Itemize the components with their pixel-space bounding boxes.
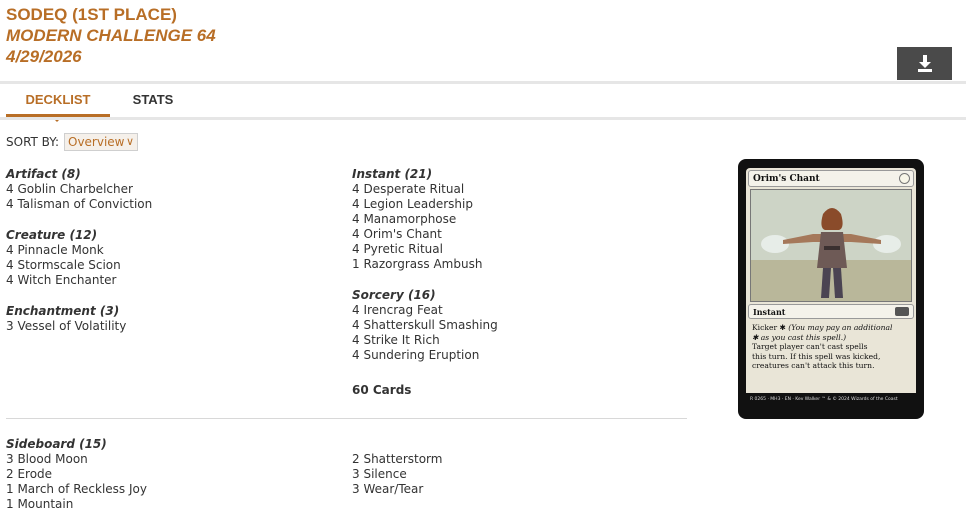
deck-column-left: Artifact (8) 4 Goblin Charbelcher 4 Tali… xyxy=(6,166,326,349)
card-entry[interactable]: 4 Goblin Charbelcher xyxy=(6,182,326,197)
chevron-down-icon: ∨ xyxy=(125,135,134,148)
player-title: SODEQ (1ST PLACE) xyxy=(6,5,177,24)
sideboard-header: Sideboard (15) xyxy=(6,437,107,451)
event-title: MODERN CHALLENGE 64 xyxy=(6,26,216,45)
card-type: Instant xyxy=(753,307,786,317)
sideboard-column-left: 3 Blood Moon 2 Erode 1 March of Reckless… xyxy=(6,452,147,512)
section-instant: Instant (21) 4 Desperate Ritual 4 Legion… xyxy=(352,166,672,272)
card-face: Orim's Chant Instant Kicker ✱ (You may p… xyxy=(746,168,916,406)
card-entry[interactable]: 4 Legion Leadership xyxy=(352,197,672,212)
card-rules-text: Kicker ✱ (You may pay an additional ✱ as… xyxy=(752,323,912,393)
section-header: Creature (12) xyxy=(6,228,98,242)
card-entry[interactable]: 4 Sundering Eruption xyxy=(352,348,672,363)
card-entry[interactable]: 4 Strike It Rich xyxy=(352,333,672,348)
card-entry[interactable]: 2 Shatterstorm xyxy=(352,452,442,467)
card-type-bar: Instant xyxy=(748,304,914,319)
section-header: Sorcery (16) xyxy=(352,288,436,302)
deck-title-block: SODEQ (1ST PLACE) MODERN CHALLENGE 64 4/… xyxy=(6,4,216,67)
white-mana-icon xyxy=(899,173,910,184)
rules-line-2: this turn. If this spell was kicked, xyxy=(752,351,881,361)
card-entry[interactable]: 4 Shatterskull Smashing xyxy=(352,318,672,333)
download-button[interactable] xyxy=(897,47,952,80)
sort-label: SORT BY: xyxy=(6,135,60,149)
sort-selected-value: Overview xyxy=(68,135,125,149)
card-entry[interactable]: 1 Razorgrass Ambush xyxy=(352,257,672,272)
section-sorcery: Sorcery (16) 4 Irencrag Feat 4 Shattersk… xyxy=(352,287,672,363)
card-name: Orim's Chant xyxy=(753,174,820,184)
section-enchantment: Enchantment (3) 3 Vessel of Volatility xyxy=(6,303,326,334)
card-entry[interactable]: 4 Irencrag Feat xyxy=(352,303,672,318)
section-header: Enchantment (3) xyxy=(6,304,120,318)
card-entry[interactable]: 4 Orim's Chant xyxy=(352,227,672,242)
section-header: Artifact (8) xyxy=(6,167,81,181)
card-footer-text: R 0265 · MH3 · EN · Kev Walker ™ & © 202… xyxy=(750,397,898,402)
set-symbol-icon xyxy=(895,307,909,316)
card-name-bar: Orim's Chant xyxy=(748,170,914,187)
sideboard-column-right: 2 Shatterstorm 3 Silence 3 Wear/Tear xyxy=(352,452,442,497)
tabs-divider xyxy=(0,117,966,120)
card-entry[interactable]: 4 Pyretic Ritual xyxy=(352,242,672,257)
card-entry[interactable]: 3 Blood Moon xyxy=(6,452,147,467)
card-art xyxy=(750,189,912,302)
header-divider xyxy=(0,81,966,84)
card-entry[interactable]: 1 March of Reckless Joy xyxy=(6,482,147,497)
card-entry[interactable]: 4 Talisman of Conviction xyxy=(6,197,326,212)
card-entry[interactable]: 4 Manamorphose xyxy=(352,212,672,227)
tab-decklist[interactable]: DECKLIST xyxy=(6,90,110,116)
event-date: 4/29/2026 xyxy=(6,47,82,66)
kicker-reminder: (You may pay an additional xyxy=(788,323,893,332)
rules-line-1: Target player can't cast spells xyxy=(752,342,868,352)
card-art-illustration xyxy=(751,190,911,301)
card-entry[interactable]: 4 Witch Enchanter xyxy=(6,273,326,288)
section-header: Instant (21) xyxy=(352,167,433,181)
card-entry[interactable]: 4 Pinnacle Monk xyxy=(6,243,326,258)
card-total: 60 Cards xyxy=(352,383,412,397)
card-preview-image: Orim's Chant Instant Kicker ✱ (You may p… xyxy=(738,159,924,419)
rules-line-3: creatures can't attack this turn. xyxy=(752,361,875,371)
kicker-reminder-2: as you cast this spell.) xyxy=(760,332,847,342)
download-icon xyxy=(917,55,932,72)
card-entry[interactable]: 1 Mountain xyxy=(6,497,147,512)
card-entry[interactable]: 2 Erode xyxy=(6,467,147,482)
sort-select[interactable]: Overview ∨ xyxy=(64,133,138,151)
section-artifact: Artifact (8) 4 Goblin Charbelcher 4 Tali… xyxy=(6,166,326,212)
kicker-label: Kicker xyxy=(752,323,778,332)
card-entry[interactable]: 3 Vessel of Volatility xyxy=(6,319,326,334)
card-entry[interactable]: 4 Desperate Ritual xyxy=(352,182,672,197)
card-entry[interactable]: 3 Silence xyxy=(352,467,442,482)
sideboard-divider xyxy=(6,418,687,419)
deck-column-middle: Instant (21) 4 Desperate Ritual 4 Legion… xyxy=(352,166,672,398)
card-entry[interactable]: 3 Wear/Tear xyxy=(352,482,442,497)
card-entry[interactable]: 4 Stormscale Scion xyxy=(6,258,326,273)
tab-stats[interactable]: STATS xyxy=(116,90,190,116)
section-creature: Creature (12) 4 Pinnacle Monk 4 Stormsca… xyxy=(6,227,326,288)
